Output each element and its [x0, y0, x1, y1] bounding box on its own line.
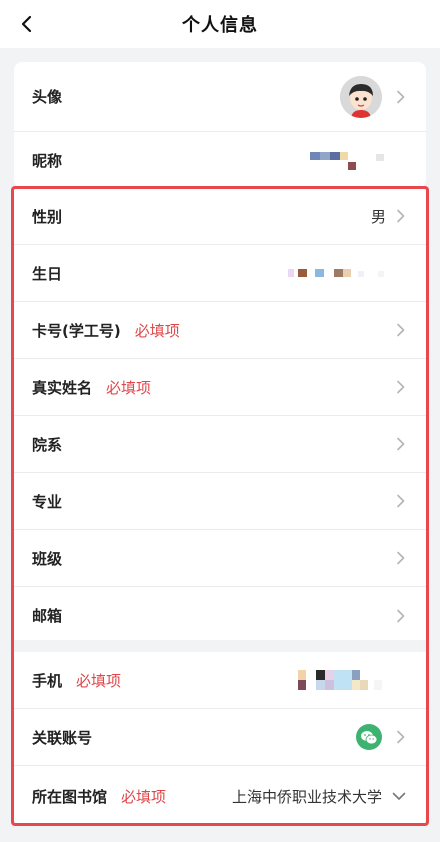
major-row[interactable]: 专业 [14, 473, 426, 530]
avatar-row[interactable]: 头像 [14, 62, 426, 132]
nickname-redacted [310, 151, 384, 170]
chevron-right-icon [397, 730, 405, 744]
card-number-row[interactable]: 卡号(学工号) 必填项 [14, 302, 426, 359]
birthday-redacted [288, 269, 384, 277]
email-row[interactable]: 邮箱 [14, 587, 426, 640]
class-row[interactable]: 班级 [14, 530, 426, 587]
library-value: 上海中侨职业技术大学 [231, 787, 382, 806]
required-hint: 必填项 [76, 671, 122, 690]
card-number-label: 卡号(学工号) [32, 321, 121, 340]
linked-account-label: 关联账号 [32, 728, 93, 747]
department-label: 院系 [32, 435, 63, 454]
library-label: 所在图书馆 [32, 787, 108, 806]
real-name-label: 真实姓名 [32, 378, 93, 397]
gender-value: 男 [370, 207, 386, 226]
chevron-right-icon [397, 209, 405, 223]
chevron-right-icon [397, 437, 405, 451]
department-row[interactable]: 院系 [14, 416, 426, 473]
required-hint: 必填项 [134, 321, 180, 340]
details-card: 性别 男 生日 卡号(学工号) 必填项 真实姓名 必填项 院系 专业 班级 邮箱 [14, 188, 426, 640]
birthday-row[interactable]: 生日 [14, 245, 426, 302]
page-title: 个人信息 [182, 15, 258, 36]
email-label: 邮箱 [32, 607, 63, 625]
avatar-image-icon [340, 75, 382, 118]
back-button[interactable] [10, 8, 42, 40]
chevron-right-icon [397, 380, 405, 394]
chevron-right-icon [397, 551, 405, 565]
chevron-right-icon [397, 323, 405, 337]
birthday-label: 生日 [32, 264, 63, 283]
required-hint: 必填项 [121, 787, 167, 806]
class-label: 班级 [32, 549, 63, 568]
nickname-row[interactable]: 昵称 [14, 132, 426, 188]
nav-bar: 个人信息 [0, 0, 440, 48]
avatar[interactable] [340, 75, 382, 118]
required-hint: 必填项 [106, 378, 152, 397]
chevron-left-icon [21, 15, 32, 33]
avatar-label: 头像 [32, 88, 63, 106]
wechat-icon [356, 724, 382, 750]
gender-row[interactable]: 性别 男 [14, 188, 426, 245]
phone-label: 手机 [32, 671, 63, 690]
real-name-row[interactable]: 真实姓名 必填项 [14, 359, 426, 416]
profile-card: 头像 昵称 [14, 62, 426, 188]
chevron-right-icon [397, 494, 405, 508]
phone-row[interactable]: 手机 必填项 [14, 652, 426, 709]
linked-account-row[interactable]: 关联账号 [14, 709, 426, 766]
chevron-right-icon [397, 90, 405, 103]
chevron-right-icon [397, 609, 405, 622]
library-row[interactable]: 所在图书馆 必填项 上海中侨职业技术大学 [14, 766, 426, 826]
chevron-down-icon [392, 792, 406, 800]
major-label: 专业 [32, 492, 63, 511]
gender-label: 性别 [32, 207, 63, 226]
phone-redacted [298, 670, 382, 690]
account-card: 手机 必填项 关联账号 所在图书馆 必填项 上海中侨职业技术大学 [14, 652, 426, 826]
nickname-label: 昵称 [32, 152, 63, 170]
